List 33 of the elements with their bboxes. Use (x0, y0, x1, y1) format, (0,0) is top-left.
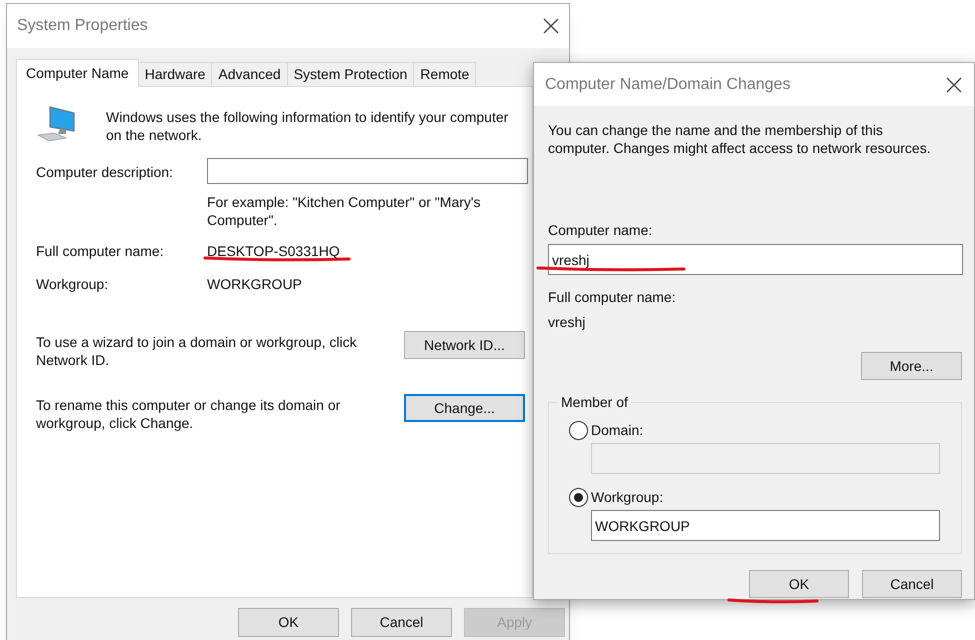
field-label: Computer name: (548, 221, 654, 240)
action-button[interactable]: Change... (404, 394, 525, 422)
description-field[interactable] (207, 158, 528, 184)
option-label: Workgroup: (591, 488, 664, 507)
hint-text: For example: "Kitchen Computer" or "Mary's Computer". (207, 193, 482, 229)
window-title: Computer Name/Domain Changes (545, 74, 790, 94)
dialog-button[interactable]: OK (749, 570, 849, 598)
instruction-text: To rename this computer or change its domain or workgroup, click Change. (36, 396, 342, 432)
dialog-button[interactable]: OK (238, 608, 339, 637)
dialog-button[interactable]: Cancel (351, 608, 452, 637)
close-icon[interactable] (543, 18, 559, 34)
field-label: Full computer name: (36, 242, 165, 261)
field-label: Workgroup: (36, 275, 110, 294)
more-button[interactable]: More... (861, 352, 962, 380)
field-value: WORKGROUP (207, 276, 302, 292)
computer-name-field[interactable]: vreshj (548, 244, 963, 275)
close-icon[interactable] (946, 76, 962, 92)
field-label: Full computer name: (548, 288, 677, 307)
instruction-text: To use a wizard to join a domain or workgroup, click Network ID. (36, 333, 358, 369)
workgroup-field[interactable]: WORKGROUP (591, 510, 940, 541)
tab[interactable]: Remote (413, 62, 476, 86)
intro-text: Windows uses the following information to identify your computer on the network. (106, 108, 510, 144)
option-label: Domain: (591, 420, 644, 440)
dialog-button[interactable]: Cancel (862, 570, 962, 598)
field-value: DESKTOP-S0331HQ (207, 243, 340, 259)
field-label: Computer description: (36, 163, 174, 182)
action-button[interactable]: Network ID... (404, 331, 525, 359)
intro-text: You can change the name and the membership of this computer. Changes might affect access to network resources. (548, 121, 932, 157)
radio-button[interactable] (569, 420, 588, 440)
window-title: System Properties (17, 16, 148, 36)
tab[interactable]: Computer Name (16, 59, 139, 87)
radio-button[interactable] (569, 488, 588, 506)
full-name-value: vreshj (548, 313, 586, 332)
